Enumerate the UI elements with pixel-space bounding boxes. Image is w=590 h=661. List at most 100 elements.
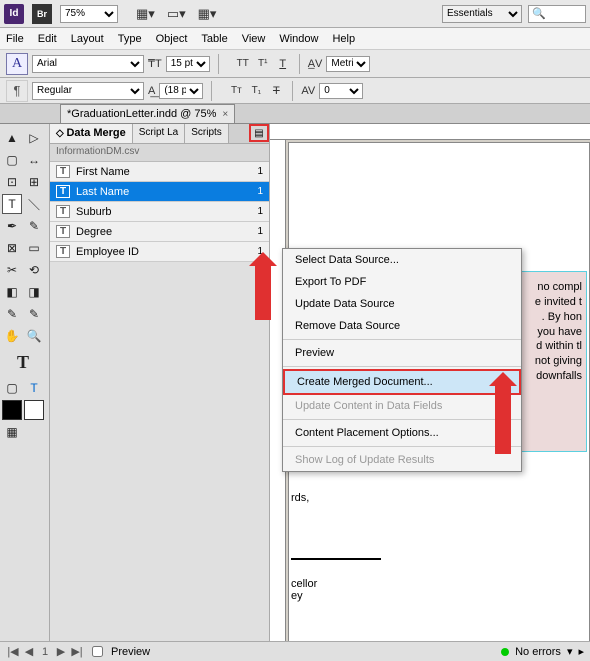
menu-type[interactable]: Type — [118, 33, 142, 45]
screen-mode-icon[interactable]: ▭▾ — [167, 6, 186, 22]
format-container-icon[interactable]: ▢ — [2, 378, 22, 398]
font-size-icon: ₸T — [148, 57, 162, 70]
separator — [283, 339, 521, 340]
menu-show-log: Show Log of Update Results — [283, 449, 521, 471]
fill-stroke-swap[interactable]: T — [2, 348, 44, 376]
kerning-select[interactable]: Metrics — [326, 56, 370, 72]
rectangle-tool[interactable]: ▭ — [24, 238, 44, 258]
search-box[interactable]: 🔍 — [528, 5, 586, 23]
menu-preview[interactable]: Preview — [283, 342, 521, 364]
menu-content-placement-options[interactable]: Content Placement Options... — [283, 422, 521, 444]
frame-tool[interactable]: ⊠ — [2, 238, 22, 258]
tracking-select[interactable]: 0 — [319, 83, 363, 99]
field-degree[interactable]: TDegree1 — [50, 222, 269, 242]
menu-file[interactable]: File — [6, 33, 24, 45]
toolbox: ▲ ▷ ▢ ↔ ⊡ ⊞ T ＼ ✒ ✎ ⊠ ▭ ✂ ⟲ ◧ ◨ ✎ ✎ ✋ 🔍 … — [0, 124, 50, 658]
tab-scripts[interactable]: Scripts — [185, 124, 229, 143]
format-text-icon[interactable]: T — [24, 378, 44, 398]
content-collector-tool[interactable]: ⊞ — [24, 172, 44, 192]
smallcaps-icon[interactable]: Tᴛ — [228, 85, 244, 97]
workspace-select[interactable]: Essentials — [442, 5, 522, 23]
paragraph-format-icon[interactable]: ¶ — [6, 80, 28, 102]
zoom-tool[interactable]: 🔍 — [24, 326, 44, 346]
content-tool[interactable]: ⊡ — [2, 172, 22, 192]
chevron-icon[interactable]: ▾ — [567, 645, 573, 658]
field-suburb[interactable]: TSuburb1 — [50, 202, 269, 222]
expand-icon[interactable]: ▸ — [578, 645, 584, 658]
app-icon-indesign: Id — [4, 4, 24, 24]
menu-update-data-source[interactable]: Update Data Source — [283, 293, 521, 315]
pencil-tool[interactable]: ✎ — [24, 216, 44, 236]
document-tab-label: *GraduationLetter.indd @ 75% — [67, 108, 216, 120]
zoom-select[interactable]: 75% — [60, 5, 118, 23]
bridge-icon[interactable]: Br — [32, 4, 52, 24]
gradient-swatch-tool[interactable]: ◧ — [2, 282, 22, 302]
panel-flyout-button[interactable]: ▤ — [249, 124, 269, 142]
panel-flyout-menu: Select Data Source... Export To PDF Upda… — [282, 248, 522, 472]
field-first-name[interactable]: TFirst Name1 — [50, 162, 269, 182]
underline-icon[interactable]: T — [275, 58, 291, 70]
field-employee-id[interactable]: TEmployee ID1 — [50, 242, 269, 262]
menu-view[interactable]: View — [242, 33, 266, 45]
divider — [299, 54, 300, 74]
stroke-swatch[interactable] — [24, 400, 44, 420]
tab-script-label[interactable]: Script La — [133, 124, 185, 143]
menu-icon: ▤ — [254, 128, 263, 139]
eyedropper-tool[interactable]: ✎ — [24, 304, 44, 324]
note-tool[interactable]: ✎ — [2, 304, 22, 324]
menu-create-merged-document[interactable]: Create Merged Document... — [283, 369, 521, 395]
document-tab[interactable]: *GraduationLetter.indd @ 75% × — [60, 104, 235, 123]
scissors-tool[interactable]: ✂ — [2, 260, 22, 280]
divider — [292, 81, 293, 101]
font-size-select[interactable]: 15 pt — [166, 56, 210, 72]
screen-mode-normal[interactable]: ▦ — [2, 422, 22, 442]
menu-select-data-source[interactable]: Select Data Source... — [283, 249, 521, 271]
view-icons: ▦▾ ▭▾ ▦▾ — [136, 6, 216, 22]
annotation-arrow-1 — [255, 264, 271, 320]
divider — [218, 54, 219, 74]
allcaps-icon[interactable]: TT — [235, 58, 251, 70]
menu-edit[interactable]: Edit — [38, 33, 57, 45]
pen-tool[interactable]: ✒ — [2, 216, 22, 236]
hand-tool[interactable]: ✋ — [2, 326, 22, 346]
superscript-icon[interactable]: T¹ — [255, 58, 271, 70]
type-tool[interactable]: T — [2, 194, 22, 214]
menu-window[interactable]: Window — [279, 33, 318, 45]
subscript-icon[interactable]: T₁ — [248, 85, 264, 97]
menu-remove-data-source[interactable]: Remove Data Source — [283, 315, 521, 337]
transform-tool[interactable]: ⟲ — [24, 260, 44, 280]
character-format-icon[interactable]: A — [6, 53, 28, 75]
tab-data-merge[interactable]: ◇ Data Merge — [50, 124, 133, 143]
gradient-feather-tool[interactable]: ◨ — [24, 282, 44, 302]
font-family-select[interactable]: Arial — [32, 55, 144, 73]
errors-label: No errors — [515, 646, 561, 658]
font-style-select[interactable]: Regular — [32, 82, 144, 100]
gap-tool[interactable]: ↔ — [24, 150, 44, 170]
arrange-icon[interactable]: ▦▾ — [198, 6, 217, 22]
menu-update-content-fields: Update Content in Data Fields — [283, 395, 521, 417]
close-tab-icon[interactable]: × — [222, 109, 228, 120]
page-tool[interactable]: ▢ — [2, 150, 22, 170]
menu-layout[interactable]: Layout — [71, 33, 104, 45]
data-source-label: InformationDM.csv — [50, 144, 269, 162]
leading-select[interactable]: (18 pt) — [159, 83, 203, 99]
menu-table[interactable]: Table — [201, 33, 227, 45]
menu-object[interactable]: Object — [156, 33, 188, 45]
preview-checkbox[interactable] — [92, 646, 103, 657]
strike-icon[interactable]: T — [268, 85, 284, 97]
leading-icon: A͟ — [148, 85, 155, 97]
signature-block: rds, cellor ey — [291, 492, 587, 602]
menu-help[interactable]: Help — [332, 33, 355, 45]
line-tool[interactable]: ＼ — [24, 194, 44, 214]
direct-selection-tool[interactable]: ▷ — [24, 128, 44, 148]
separator — [283, 419, 521, 420]
menu-export-pdf[interactable]: Export To PDF — [283, 271, 521, 293]
field-last-name[interactable]: TLast Name1 — [50, 182, 269, 202]
status-dot-icon — [501, 648, 509, 656]
fill-swatch[interactable] — [2, 400, 22, 420]
view-options-icon[interactable]: ▦▾ — [136, 6, 155, 22]
search-icon: 🔍 — [532, 7, 546, 20]
horizontal-ruler — [270, 124, 590, 140]
page-nav[interactable]: |◀◀1▶▶| — [6, 645, 84, 658]
selection-tool[interactable]: ▲ — [2, 128, 22, 148]
